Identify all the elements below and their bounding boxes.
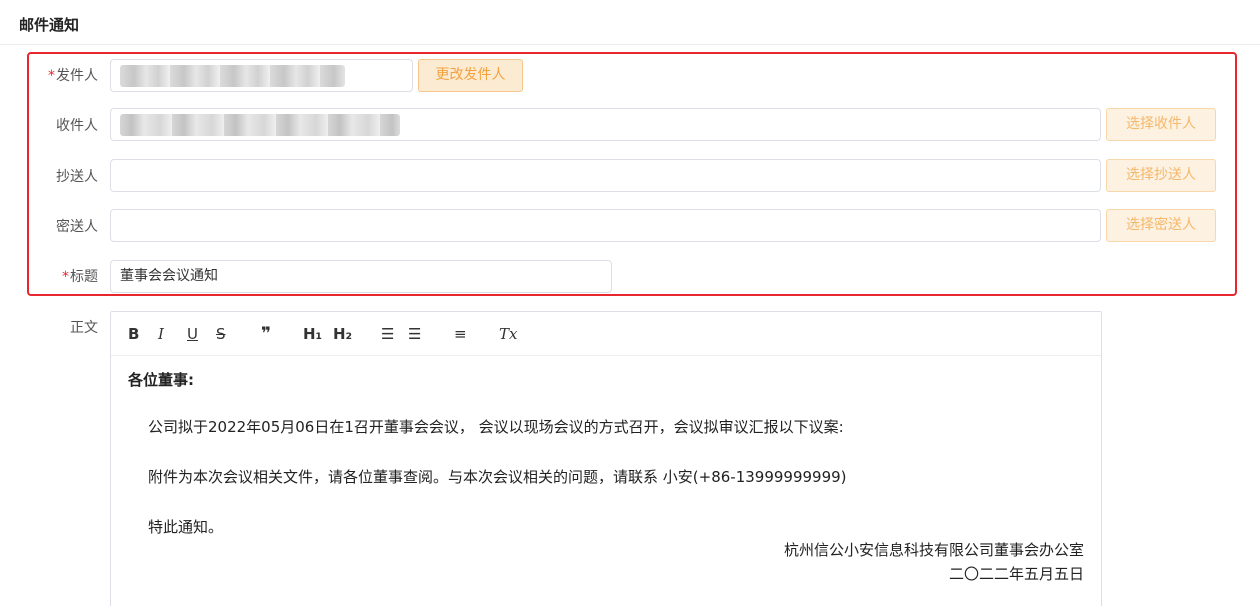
select-cc-button[interactable]: 选择抄送人 [1106,159,1216,192]
paragraph-3: 特此通知。 [148,518,224,536]
bcc-field[interactable] [110,209,1101,242]
rich-text-editor[interactable]: B I U S ❞ H₁ H₂ ☰ ☰ ≡ Tx 各位董事: 公司拟于2022年… [110,311,1102,606]
paragraph-2: 附件为本次会议相关文件，请各位董事查阅。与本次会议相关的问题，请联系 小安(+8… [148,468,847,486]
heading2-button[interactable]: H₂ [333,324,352,344]
recipient-field[interactable] [110,108,1101,141]
body-label: 正文 [70,320,98,336]
cc-label: 抄送人 [56,169,98,185]
signature-date: 二〇二二年五月五日 [948,565,1084,583]
bcc-label: 密送人 [56,219,98,235]
sender-redacted [120,65,345,87]
change-sender-button[interactable]: 更改发件人 [418,59,523,92]
heading1-button[interactable]: H₁ [303,324,322,344]
underline-button[interactable]: U [187,324,198,344]
select-bcc-button[interactable]: 选择密送人 [1106,209,1216,242]
subject-label: *标题 [62,269,98,285]
greeting-text: 各位董事: [128,371,194,389]
header-divider [0,44,1260,45]
bullet-list-icon[interactable]: ☰ [408,324,421,344]
clear-format-icon[interactable]: Tx [499,324,517,344]
align-icon[interactable]: ≡ [454,324,467,344]
sender-field[interactable] [110,59,413,92]
page-title: 邮件通知 [19,16,80,34]
select-recipient-button[interactable]: 选择收件人 [1106,108,1216,141]
ordered-list-icon[interactable]: ☰ [381,324,394,344]
cc-field[interactable] [110,159,1101,192]
strikethrough-button[interactable]: S [216,324,226,344]
recipient-label: 收件人 [56,118,98,134]
bold-button[interactable]: B [128,324,139,344]
italic-button[interactable]: I [158,324,164,344]
quote-icon[interactable]: ❞ [261,324,271,344]
subject-field[interactable]: 董事会会议通知 [110,260,612,293]
editor-toolbar: B I U S ❞ H₁ H₂ ☰ ☰ ≡ Tx [111,312,1101,356]
recipient-redacted [120,114,400,136]
sender-label: *发件人 [48,68,98,84]
paragraph-1: 公司拟于2022年05月06日在1召开董事会会议， 会议以现场会议的方式召开，会… [148,418,844,436]
email-notification-page: 邮件通知 *发件人 更改发件人 收件人 选择收件人 抄送人 选择抄送人 密送人 … [0,0,1260,606]
signature-org: 杭州信公小安信息科技有限公司董事会办公室 [783,541,1084,559]
